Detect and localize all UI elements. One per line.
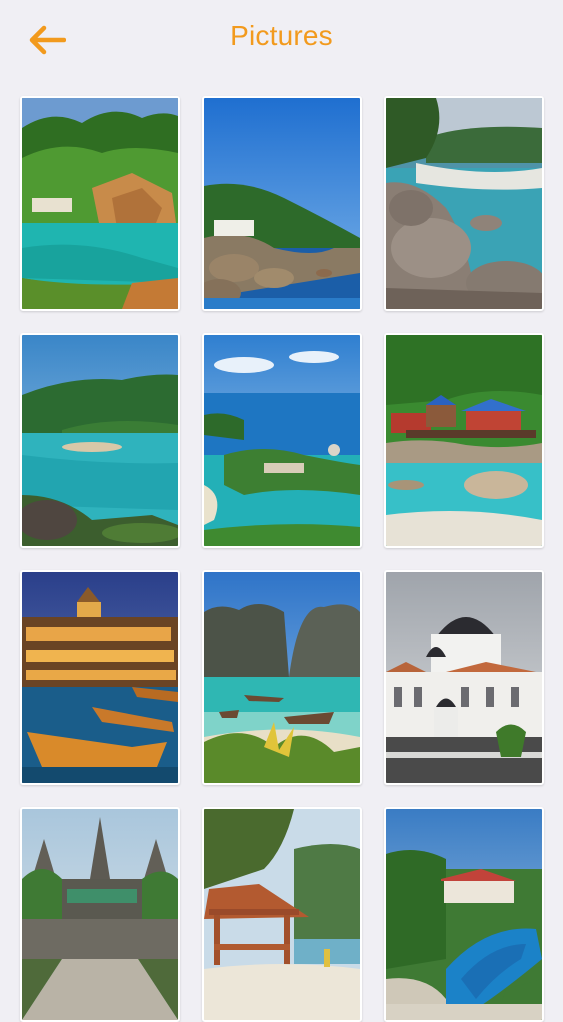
- picture-thumbnail[interactable]: [202, 570, 362, 785]
- page-title: Pictures: [230, 20, 333, 51]
- rocky-island-coast-image: [204, 98, 360, 309]
- picture-thumbnail[interactable]: [384, 96, 544, 311]
- picture-thumbnail[interactable]: [20, 807, 180, 1022]
- picture-thumbnail[interactable]: [384, 807, 544, 1022]
- turquoise-bay-hills-image: [22, 335, 178, 546]
- app-header: Pictures: [0, 0, 563, 78]
- picture-thumbnail[interactable]: [384, 333, 544, 548]
- resort-night-boats-image: [22, 572, 178, 783]
- stilt-houses-beach-image: [386, 335, 542, 546]
- picture-thumbnail[interactable]: [202, 333, 362, 548]
- picture-thumbnail[interactable]: [202, 807, 362, 1022]
- boulders-beach-image: [386, 98, 542, 309]
- limestone-cliffs-boats-image: [204, 572, 360, 783]
- tropical-island-aerial-image: [204, 335, 360, 546]
- picture-thumbnail[interactable]: [20, 333, 180, 548]
- white-mosque-image: [386, 572, 542, 783]
- picture-thumbnail[interactable]: [20, 570, 180, 785]
- beach-pavilion-image: [204, 809, 360, 1020]
- picture-thumbnail[interactable]: [384, 570, 544, 785]
- angkor-temple-image: [22, 809, 178, 1020]
- picture-grid: [20, 96, 544, 1022]
- picture-thumbnail[interactable]: [202, 96, 362, 311]
- resort-pool-aerial-image: [386, 809, 542, 1020]
- picture-thumbnail[interactable]: [20, 96, 180, 311]
- pool-jungle-cliff-image: [22, 98, 178, 309]
